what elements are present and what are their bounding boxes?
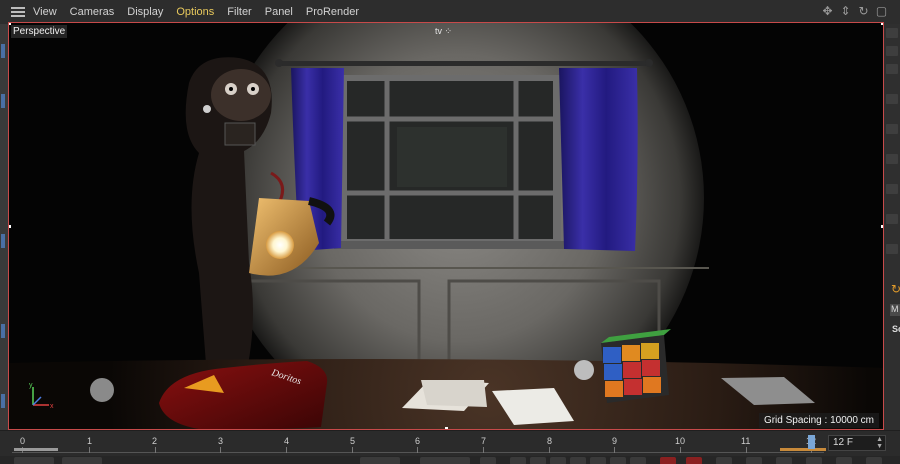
right-tool-button[interactable] xyxy=(886,28,898,38)
ruler-label: 4 xyxy=(284,436,290,446)
move-view-icon[interactable]: ✥ xyxy=(821,4,834,19)
ruler-tick xyxy=(549,447,550,453)
left-tool-button[interactable] xyxy=(1,44,5,58)
next-frame-button[interactable] xyxy=(570,457,586,464)
go-to-start-button[interactable] xyxy=(480,457,496,464)
menu-options[interactable]: Options xyxy=(176,6,214,18)
left-tool-button[interactable] xyxy=(1,394,5,408)
ruler-baseline xyxy=(12,452,824,453)
grid-spacing-readout: Grid Spacing : 10000 cm xyxy=(758,413,879,428)
refresh-icon[interactable]: ↻ xyxy=(891,282,900,296)
previous-key-button[interactable] xyxy=(510,457,526,464)
left-tool-button[interactable] xyxy=(1,234,5,248)
frame-input[interactable] xyxy=(420,457,470,464)
mode-tab[interactable]: M xyxy=(890,304,900,316)
camera-icon: ⁘ xyxy=(444,26,453,36)
timeline-ruler[interactable]: 0 1 2 3 4 5 6 7 8 9 10 11 12 xyxy=(12,433,824,453)
keyframe-button[interactable] xyxy=(866,457,882,464)
menu-display[interactable]: Display xyxy=(127,6,163,18)
play-button[interactable] xyxy=(550,457,566,464)
menu-cameras[interactable]: Cameras xyxy=(70,6,115,18)
right-tool-button[interactable] xyxy=(886,244,898,254)
zoom-view-icon[interactable]: ⇕ xyxy=(839,4,852,19)
frame-stepper-icon[interactable]: ▲ ▼ xyxy=(876,436,883,450)
right-tool-button[interactable] xyxy=(886,214,898,224)
rotate-view-icon[interactable]: ↻ xyxy=(857,4,870,19)
keyframe-button[interactable] xyxy=(776,457,792,464)
autokey-button[interactable] xyxy=(686,457,702,464)
left-tool-button[interactable] xyxy=(1,94,5,108)
right-tool-button[interactable] xyxy=(886,154,898,164)
ruler-label: 2 xyxy=(152,436,158,446)
keyframe-range-bar[interactable] xyxy=(780,448,826,451)
menu-prorender[interactable]: ProRender xyxy=(306,6,359,18)
left-tool-strip xyxy=(0,24,8,430)
ruler-tick xyxy=(483,447,484,453)
ruler-label: 6 xyxy=(415,436,421,446)
maximize-view-icon[interactable]: ▢ xyxy=(875,4,888,19)
ruler-label: 0 xyxy=(20,436,26,446)
ruler-tick xyxy=(417,447,418,453)
keyframe-button[interactable] xyxy=(716,457,732,464)
axis-y-label: y xyxy=(29,383,33,389)
right-tool-button[interactable] xyxy=(886,94,898,104)
keyframe-button[interactable] xyxy=(836,457,852,464)
ruler-tick xyxy=(352,447,353,453)
frame-input[interactable] xyxy=(62,457,102,464)
ruler-tick xyxy=(286,447,287,453)
hamburger-menu-icon[interactable] xyxy=(11,7,25,17)
right-tool-button[interactable] xyxy=(886,64,898,74)
ruler-label: 3 xyxy=(218,436,224,446)
perspective-viewport[interactable]: Perspective tv ⁘ Doritos y x Grid Spacin… xyxy=(8,22,884,430)
attributes-label: Sc xyxy=(892,324,900,334)
ruler-label: 5 xyxy=(350,436,356,446)
current-frame-value: 12 F xyxy=(833,437,854,448)
preview-range-bar[interactable] xyxy=(14,448,58,451)
ruler-tick xyxy=(746,447,747,453)
ruler-tick xyxy=(614,447,615,453)
keyframe-button[interactable] xyxy=(746,457,762,464)
current-frame-field[interactable]: 12 F ▲ ▼ xyxy=(828,435,886,451)
world-axis-gizmo: y x xyxy=(29,383,54,410)
next-key-button[interactable] xyxy=(590,457,606,464)
ruler-tick xyxy=(89,447,90,453)
axis-x-label: x xyxy=(50,403,54,410)
ruler-label: 9 xyxy=(612,436,618,446)
ruler-label: 10 xyxy=(675,436,686,446)
ruler-label: 1 xyxy=(87,436,93,446)
ruler-label: 7 xyxy=(481,436,487,446)
menu-filter[interactable]: Filter xyxy=(227,6,251,18)
ruler-label: 11 xyxy=(741,436,751,446)
keyframe-button[interactable] xyxy=(806,457,822,464)
camera-name: tv xyxy=(435,26,443,36)
viewport-menubar: View Cameras Display Options Filter Pane… xyxy=(0,0,900,24)
menu-view[interactable]: View xyxy=(33,6,57,18)
ruler-tick xyxy=(155,447,156,453)
cinema4d-window: View Cameras Display Options Filter Pane… xyxy=(0,0,900,464)
ruler-tick xyxy=(680,447,681,453)
viewport-handle[interactable] xyxy=(9,23,11,25)
view-navigation-icons: ✥ ⇕ ↻ ▢ xyxy=(821,4,888,19)
right-tool-button[interactable] xyxy=(886,46,898,56)
ruler-tick xyxy=(220,447,221,453)
timeline-playhead[interactable] xyxy=(808,435,815,449)
record-button[interactable] xyxy=(660,457,676,464)
right-attributes-strip: ↻ M Sc xyxy=(884,24,900,430)
frame-input[interactable] xyxy=(360,457,400,464)
right-tool-button[interactable] xyxy=(886,184,898,194)
ruler-label: 8 xyxy=(547,436,553,446)
camera-label: tv ⁘ xyxy=(435,26,452,37)
transport-toolbar xyxy=(0,456,900,464)
viewport-handle[interactable] xyxy=(9,225,11,228)
projection-label[interactable]: Perspective xyxy=(11,25,68,38)
frame-input[interactable] xyxy=(14,457,54,464)
loop-button[interactable] xyxy=(630,457,646,464)
previous-frame-button[interactable] xyxy=(530,457,546,464)
go-to-end-button[interactable] xyxy=(610,457,626,464)
left-tool-button[interactable] xyxy=(1,324,5,338)
timeline-ruler-panel: 0 1 2 3 4 5 6 7 8 9 10 11 12 F ▲ ▼ xyxy=(0,430,900,464)
menu-panel[interactable]: Panel xyxy=(265,6,293,18)
rendered-scene: Doritos xyxy=(9,23,883,429)
right-tool-button[interactable] xyxy=(886,124,898,134)
